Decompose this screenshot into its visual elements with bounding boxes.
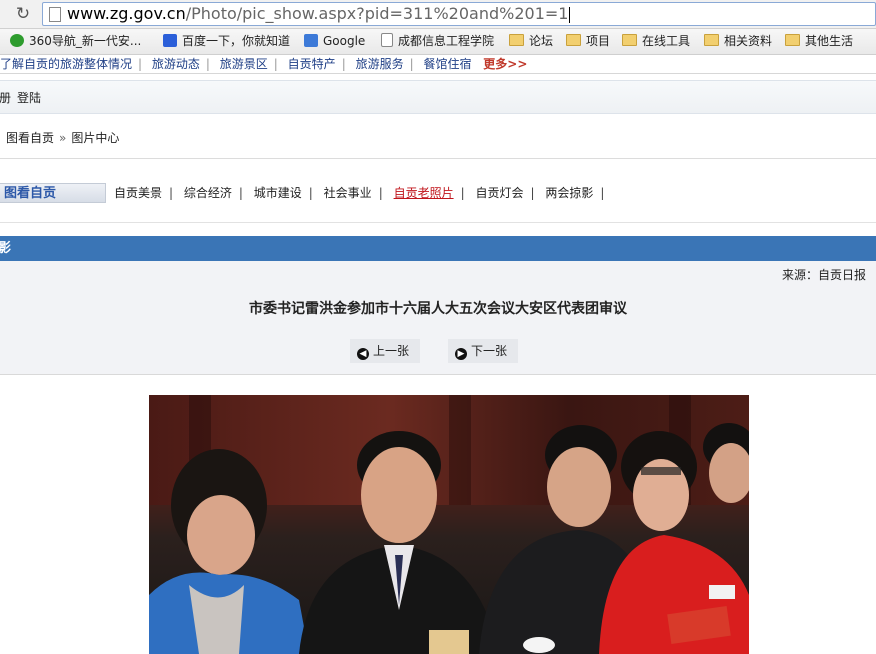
register-link[interactable]: 册 xyxy=(0,89,11,106)
google-icon xyxy=(304,34,318,47)
folder-icon xyxy=(704,34,719,46)
bookmark-360[interactable]: 360导航_新一代安... xyxy=(10,33,141,50)
photo-source: 来源：自贡日报 xyxy=(781,268,866,282)
folder-icon xyxy=(785,34,800,46)
bookmark-folder-projects[interactable]: 项目 xyxy=(566,33,610,50)
toplink-news[interactable]: 旅游动态 xyxy=(152,57,200,71)
bookmarks-bar: 360导航_新一代安... 百度一下，你就知道 Google 成都信息工程学院 … xyxy=(0,29,876,55)
news-photo xyxy=(149,395,749,654)
bookmark-folder-life[interactable]: 其他生活 xyxy=(785,33,853,50)
photo-info-panel: 来源：自贡日报 市委书记雷洪金参加市十六届人大五次会议大安区代表团审议 ◀ 上一张… xyxy=(0,261,876,375)
breadcrumb: 图看自贡» 图片中心 xyxy=(6,131,120,145)
next-photo-button[interactable]: ▶ 下一张 xyxy=(448,339,519,363)
arrow-right-icon: ▶ xyxy=(455,348,467,360)
toplink-service[interactable]: 旅游服务 xyxy=(356,57,404,71)
divider xyxy=(0,158,876,159)
baidu-icon xyxy=(163,34,177,47)
breadcrumb-home[interactable]: 图看自贡 xyxy=(6,131,54,145)
category-lantern[interactable]: 自贡灯会 xyxy=(475,186,523,200)
category-society[interactable]: 社会事业 xyxy=(324,186,372,200)
toplink-scenic[interactable]: 旅游景区 xyxy=(220,57,268,71)
bookmark-folder-tools[interactable]: 在线工具 xyxy=(622,33,690,50)
folder-icon xyxy=(509,34,524,46)
folder-icon xyxy=(622,34,637,46)
bookmark-google[interactable]: Google xyxy=(304,33,365,50)
bookmark-folder-forum[interactable]: 论坛 xyxy=(509,33,553,50)
address-bar-area: ↻ www.zg.gov.cn/Photo/pic_show.aspx?pid=… xyxy=(0,0,876,29)
photo-title: 市委书记雷洪金参加市十六届人大五次会议大安区代表团审议 xyxy=(249,301,627,317)
toplink-overview[interactable]: 了解自贡的旅游整体情况 xyxy=(0,57,132,71)
toplink-specialty[interactable]: 自贡特产 xyxy=(288,57,336,71)
category-scenery[interactable]: 自贡美景 xyxy=(114,186,162,200)
bookmark-cuit[interactable]: 成都信息工程学院 xyxy=(381,33,494,50)
section-header: 影 xyxy=(0,236,876,261)
360-icon xyxy=(10,34,24,47)
category-economy[interactable]: 综合经济 xyxy=(184,186,232,200)
page-icon xyxy=(381,33,393,47)
url-input[interactable]: www.zg.gov.cn/Photo/pic_show.aspx?pid=31… xyxy=(42,2,876,26)
toplink-dining[interactable]: 餐馆住宿 xyxy=(423,57,471,71)
prev-photo-button[interactable]: ◀ 上一张 xyxy=(350,339,421,363)
reload-icon[interactable]: ↻ xyxy=(12,4,34,24)
divider xyxy=(0,222,876,223)
bookmark-baidu[interactable]: 百度一下，你就知道 xyxy=(163,33,290,50)
login-bar: 册 登陆 xyxy=(0,80,876,114)
breadcrumb-current[interactable]: 图片中心 xyxy=(71,131,119,145)
category-urban[interactable]: 城市建设 xyxy=(254,186,302,200)
bookmark-folder-docs[interactable]: 相关资料 xyxy=(704,33,772,50)
url-text: www.zg.gov.cn/Photo/pic_show.aspx?pid=31… xyxy=(67,4,571,23)
arrow-left-icon: ◀ xyxy=(357,348,369,360)
top-links-bar: 了解自贡的旅游整体情况 | 旅游动态 | 旅游景区 | 自贡特产 | 旅游服务 | 餐馆住… xyxy=(0,55,876,74)
category-title: 图看自贡 xyxy=(0,183,106,203)
folder-icon xyxy=(566,34,581,46)
category-two-sessions[interactable]: 两会掠影 xyxy=(545,186,593,200)
category-bar: 图看自贡 自贡美景 | 综合经济 | 城市建设 | 社会事业 | 自贡老照片 | 自贡灯会… xyxy=(0,183,876,205)
login-link[interactable]: 登陆 xyxy=(17,89,41,106)
more-link[interactable]: 更多>> xyxy=(483,57,527,71)
page-icon xyxy=(49,7,61,22)
category-old-photos[interactable]: 自贡老照片 xyxy=(394,186,454,200)
